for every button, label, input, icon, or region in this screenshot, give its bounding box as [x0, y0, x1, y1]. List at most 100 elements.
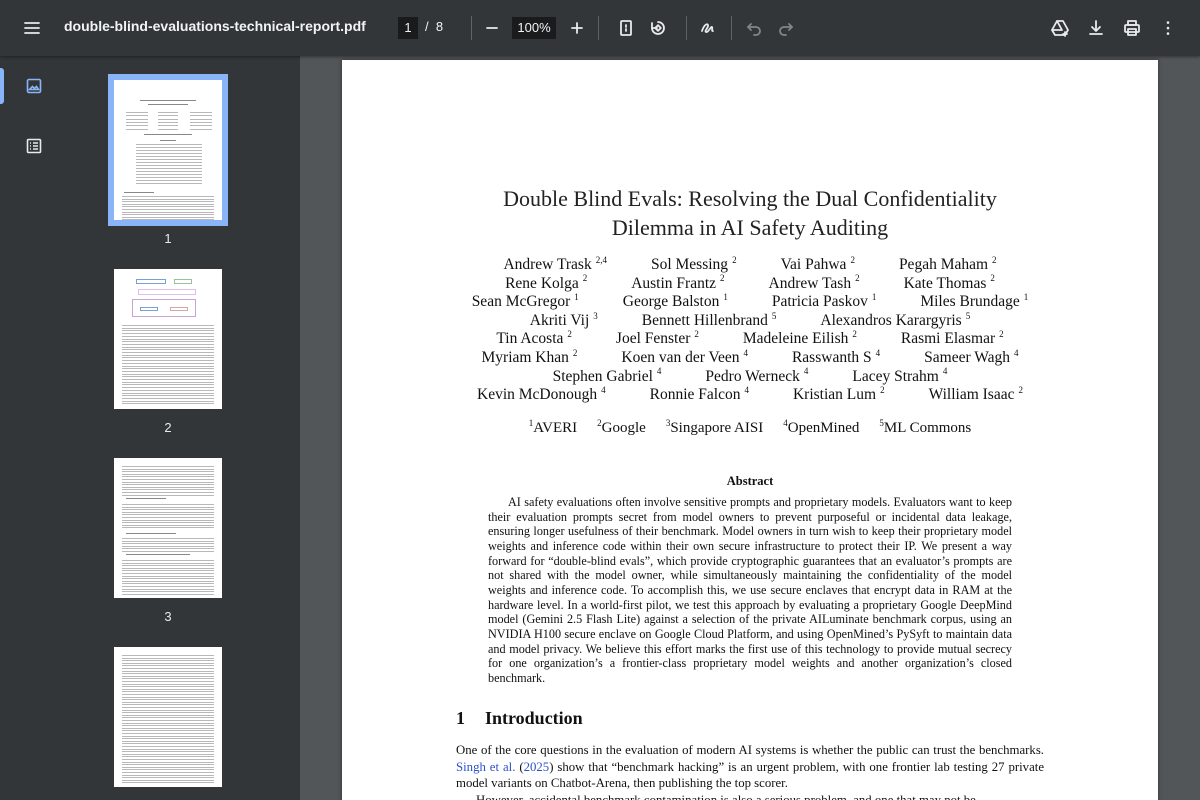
thumbnail-text-line: [122, 511, 214, 513]
thumbnail-text-line: [122, 756, 214, 758]
thumbnail-text-line: [122, 593, 214, 595]
active-tab-indicator: [0, 68, 4, 104]
author-name: Vai Pahwa 2: [780, 254, 855, 273]
undo-icon[interactable]: [738, 12, 770, 44]
more-vert-icon[interactable]: [1152, 12, 1184, 44]
thumbnail-text-line: [122, 362, 214, 364]
outline-icon: [26, 138, 42, 154]
affiliation-number: 3: [665, 418, 671, 428]
thumbnail-text-line: [122, 782, 214, 784]
thumbnail-text-line: [136, 174, 202, 175]
thumbnail-text-line: [122, 387, 214, 389]
author-affiliation-marker: 4: [656, 366, 662, 377]
thumbnail-diagram-shape: [138, 289, 196, 295]
thumbnail-text-line: [122, 397, 214, 399]
thumbnail-text-line: [122, 678, 214, 680]
page-thumbnail[interactable]: [114, 647, 222, 787]
thumbnail-text-line: [122, 573, 214, 574]
zoom-in-icon[interactable]: [561, 12, 593, 44]
thumbnail-label: 3: [164, 609, 172, 624]
outline-tab[interactable]: [18, 130, 50, 162]
thumbnail-text-line: [158, 118, 178, 120]
body-text-span: One of the core questions in the evaluat…: [456, 743, 1044, 757]
author-name: Alexandros Karargyris 5: [820, 310, 971, 329]
toolbar-divider: [598, 16, 599, 40]
annotate-icon[interactable]: [692, 12, 724, 44]
affiliation: 3Singapore AISI: [665, 418, 764, 437]
drive-icon[interactable]: [1044, 12, 1076, 44]
thumbnail-text-line: [140, 100, 196, 101]
author-name: Myriam Khan 2: [481, 347, 578, 366]
author-name: Miles Brundage 1: [920, 292, 1029, 311]
thumbnail-diagram-shape: [174, 279, 192, 284]
thumbnail-text-line: [122, 479, 214, 480]
author-affiliation-marker: 2: [992, 254, 997, 265]
thumbnail-text-line: [122, 368, 214, 370]
page-thumbnail[interactable]: [108, 74, 228, 226]
page-thumbnail[interactable]: [114, 458, 222, 598]
thumbnail-text-line: [122, 489, 214, 491]
page-number-input[interactable]: 1: [398, 17, 418, 39]
thumbnail-label: 1: [164, 231, 172, 246]
thumbnail-text-line: [122, 578, 214, 580]
zoom-out-icon[interactable]: [476, 12, 508, 44]
author-affiliation-marker: 2: [572, 347, 578, 358]
download-icon[interactable]: [1080, 12, 1112, 44]
citation-link[interactable]: Singh et al.: [456, 760, 515, 774]
thumbnail-text-line: [122, 733, 214, 734]
citation-year-link[interactable]: 2025: [524, 760, 550, 774]
thumbnail-text-line: [122, 686, 214, 688]
thumbnail-text-line: [136, 183, 202, 184]
thumbnail-sidebar: 1 2 3: [0, 56, 300, 800]
thumbnail-text-line: [158, 125, 178, 127]
thumbnail-text-line: [122, 720, 214, 721]
document-viewer[interactable]: Double Blind Evals: Resolving the Dual C…: [300, 56, 1200, 800]
page-count: / 8: [425, 19, 443, 34]
redo-icon[interactable]: [770, 12, 802, 44]
author-affiliation-marker: 5: [965, 310, 971, 321]
thumbnails-tab[interactable]: [18, 70, 50, 102]
thumbnail-text-line: [122, 570, 214, 572]
author-affiliation-marker: 3: [593, 310, 598, 321]
thumbnail-text-line: [136, 147, 202, 148]
thumbnail-text-line: [122, 211, 214, 213]
author-row: Andrew Trask 2,4 Sol Messing 2 Vai Pahwa 2 Peg…: [342, 254, 1158, 275]
thumbnail-text-line: [126, 121, 148, 123]
thumbnail-text-line: [122, 779, 214, 781]
author-name: Kristian Lum 2: [792, 385, 885, 404]
thumbnail-diagram-shape: [136, 279, 166, 284]
author-name: Sameer Wagh 4: [924, 347, 1019, 366]
print-icon[interactable]: [1116, 12, 1148, 44]
author-affiliation-marker: 5: [771, 310, 777, 321]
thumbnail-text-line: [122, 484, 214, 486]
abstract-heading: Abstract: [726, 474, 774, 488]
thumbnail-text-line: [122, 722, 214, 724]
thumbnail-text-line: [122, 709, 214, 711]
thumbnail-text-line: [122, 712, 214, 714]
thumbnail-text-line: [136, 177, 202, 178]
author-affiliation-marker: 2: [582, 273, 588, 284]
paper-title-line: Dilemma in AI Safety Auditing: [611, 215, 889, 240]
thumbnail-text-line: [122, 777, 214, 779]
thumbnail-text-line: [122, 365, 214, 367]
zoom-level-input[interactable]: 100%: [512, 17, 556, 39]
menu-icon[interactable]: [16, 12, 48, 44]
affiliation-number: 1: [528, 418, 534, 428]
page-separator: /: [425, 19, 429, 34]
thumbnail-text-line: [136, 180, 202, 181]
author-affiliation-marker: 1: [723, 292, 728, 303]
thumbnail-text-line: [136, 165, 202, 166]
thumbnail-text-line: [122, 681, 214, 682]
thumbnail-text-line: [122, 691, 214, 693]
thumbnail-text-line: [122, 580, 214, 582]
affiliation-number: 2: [597, 418, 602, 428]
page-thumbnail[interactable]: [114, 269, 222, 409]
author-affiliation-marker: 1: [574, 292, 579, 303]
thumbnail-text-line: [122, 586, 214, 587]
fit-page-icon[interactable]: [610, 12, 642, 44]
thumbnail-text-line: [122, 198, 214, 200]
author-affiliation-marker: 1: [1023, 292, 1029, 303]
thumbnail-text-line: [122, 327, 214, 329]
rotate-icon[interactable]: [642, 12, 674, 44]
thumbnail-text-line: [122, 335, 214, 337]
